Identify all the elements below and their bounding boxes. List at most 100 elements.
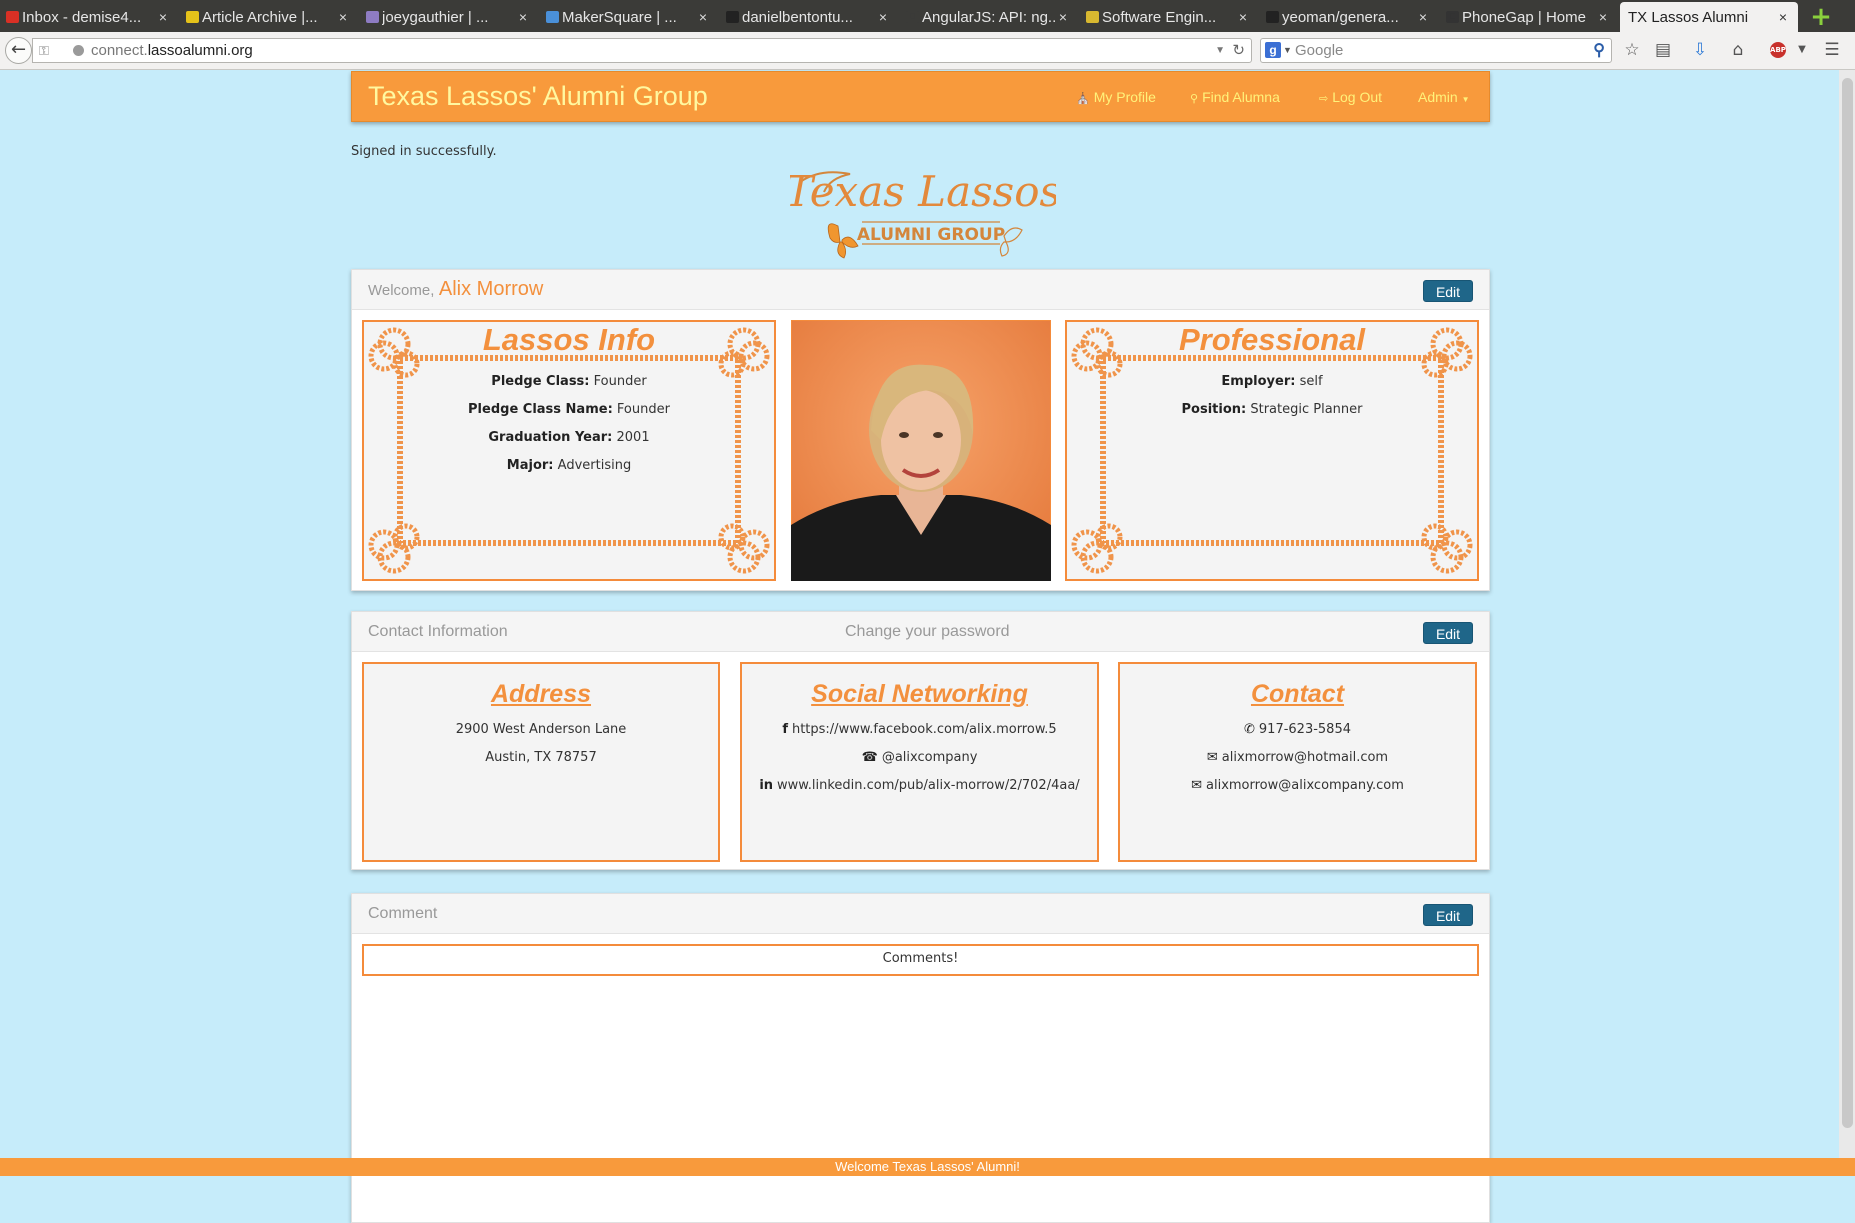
pledge-class-row: Pledge Class: Founder: [364, 374, 774, 389]
contact-box: Contact ✆ 917-623-5854 ✉ alixmorrow@hotmai…: [1118, 662, 1477, 862]
browser-tab[interactable]: ■ Software Engin... ×: [1080, 2, 1258, 32]
browser-tab[interactable]: TX Lassos Alumni ×: [1620, 2, 1798, 32]
pledge-class-name-value: Founder: [616, 402, 670, 417]
phonegap-icon: ■: [1446, 11, 1459, 23]
nav-my-profile[interactable]: ⛪ My Profile: [1076, 89, 1156, 105]
browser-tab[interactable]: ■ MakerSquare | ... ×: [540, 2, 718, 32]
pledge-class-name-row: Pledge Class Name: Founder: [364, 402, 774, 417]
home-icon[interactable]: ⌂: [1726, 37, 1750, 63]
codrops-icon: ■: [186, 11, 199, 23]
pledge-class-label: Pledge Class:: [491, 374, 590, 389]
facebook-link[interactable]: https://www.facebook.com/alix.morrow.5: [792, 722, 1057, 737]
comment-box: Comments!: [362, 944, 1479, 976]
browser-tab-title: joeygauthier | ...: [382, 8, 489, 26]
adblock-dropdown-icon[interactable]: ▼: [1790, 37, 1814, 63]
caret-down-icon: ▼: [1461, 95, 1470, 104]
twitter-icon: ☎: [861, 750, 878, 765]
browser-tab[interactable]: ■ Inbox - demise4... ×: [0, 2, 178, 32]
google-icon[interactable]: g: [1265, 42, 1281, 58]
major-row: Major: Advertising: [364, 458, 774, 473]
employer-label: Employer:: [1221, 374, 1296, 389]
email-row-1: ✉ alixmorrow@hotmail.com: [1120, 750, 1475, 765]
site-brand[interactable]: Texas Lassos' Alumni Group: [368, 81, 708, 112]
browser-tab-title: TX Lassos Alumni: [1628, 8, 1749, 26]
close-tab-icon[interactable]: ×: [1236, 9, 1250, 25]
github-icon: ■: [1266, 11, 1279, 23]
nav-admin-dropdown[interactable]: Admin ▼: [1418, 89, 1470, 105]
edit-comment-button[interactable]: Edit: [1423, 904, 1473, 926]
url-text: connect.lassoalumni.org: [91, 42, 253, 59]
email-primary[interactable]: alixmorrow@hotmail.com: [1222, 750, 1388, 765]
browser-tab-title: AngularJS: API: ng...: [922, 8, 1056, 26]
envelope-outline-icon: ✉: [1191, 778, 1202, 793]
logo-script-text: Texas Lassos: [790, 167, 1056, 216]
download-icon[interactable]: ⇩: [1688, 37, 1712, 63]
close-tab-icon[interactable]: ×: [1776, 9, 1790, 25]
major-value: Advertising: [557, 458, 632, 473]
reading-list-icon[interactable]: ▤: [1651, 37, 1675, 63]
welcome-label: Welcome,: [368, 282, 435, 299]
search-bar[interactable]: g ▼ Google ⚲: [1260, 38, 1612, 63]
adblock-icon[interactable]: ABP: [1770, 42, 1786, 58]
nav-log-out[interactable]: ⇨ Log Out: [1319, 89, 1382, 105]
scrollbar[interactable]: [1839, 70, 1855, 1162]
back-button[interactable]: ←: [5, 37, 32, 64]
pledge-class-name-label: Pledge Class Name:: [468, 402, 613, 417]
site-identity-icon[interactable]: [73, 45, 84, 56]
browser-tab-title: danielbentontu...: [742, 8, 853, 26]
profile-photo: [791, 320, 1051, 581]
texas-lassos-logo: Texas Lassos ALUMNI GROUP: [790, 167, 1056, 259]
comment-title: Comment: [368, 905, 438, 922]
social-networking-box: Social Networking f https://www.facebook.…: [740, 662, 1099, 862]
flash-message: Signed in successfully.: [351, 144, 497, 159]
twitter-handle[interactable]: @alixcompany: [882, 750, 978, 765]
close-tab-icon[interactable]: ×: [696, 9, 710, 25]
close-tab-icon[interactable]: ×: [1416, 9, 1430, 25]
browser-tab[interactable]: ■ PhoneGap | Home ×: [1440, 2, 1618, 32]
url-dropdown-icon[interactable]: ▼: [1215, 39, 1225, 62]
lassos-info-box: Lassos Info Pledge Class: Founder Pledge…: [362, 320, 776, 581]
welcome-heading: Welcome, Alix Morrow: [368, 278, 543, 301]
browser-tab[interactable]: ■ AngularJS: API: ng... ×: [900, 2, 1078, 32]
profile-panel-header: Welcome, Alix Morrow Edit: [352, 270, 1489, 310]
linkedin-row: in www.linkedin.com/pub/alix-morrow/2/702…: [742, 778, 1097, 793]
browser-tab[interactable]: ■ danielbentontu... ×: [720, 2, 898, 32]
nav-my-profile-label: My Profile: [1093, 89, 1156, 105]
mail-icon: ■: [546, 11, 559, 23]
close-tab-icon[interactable]: ×: [1596, 9, 1610, 25]
browser-tab[interactable]: ■ Article Archive |... ×: [180, 2, 358, 32]
bookmark-star-icon[interactable]: ☆: [1620, 37, 1644, 63]
close-tab-icon[interactable]: ×: [876, 9, 890, 25]
new-tab-button[interactable]: +: [1806, 2, 1836, 32]
browser-tab-title: yeoman/genera...: [1282, 8, 1399, 26]
close-tab-icon[interactable]: ×: [156, 9, 170, 25]
address-line-1: 2900 West Anderson Lane: [455, 722, 627, 737]
close-tab-icon[interactable]: ×: [516, 9, 530, 25]
twitter-row: ☎ @alixcompany: [742, 750, 1097, 765]
graduation-year-label: Graduation Year:: [488, 430, 613, 445]
reload-icon[interactable]: ↻: [1232, 39, 1245, 62]
contact-information-panel: Contact Information Change your password…: [351, 611, 1490, 870]
browser-tab[interactable]: ■ joeygauthier | ... ×: [360, 2, 538, 32]
search-icon[interactable]: ⚲: [1593, 39, 1605, 62]
edit-profile-button[interactable]: Edit: [1423, 280, 1473, 302]
address-bar[interactable]: ⚿ connect.lassoalumni.org ▼ ↻: [32, 38, 1252, 63]
email-secondary[interactable]: alixmorrow@alixcompany.com: [1206, 778, 1404, 793]
close-tab-icon[interactable]: ×: [1056, 9, 1070, 25]
menu-icon[interactable]: ☰: [1820, 37, 1844, 63]
browser-tab[interactable]: ■ yeoman/genera... ×: [1260, 2, 1438, 32]
scrollbar-thumb[interactable]: [1842, 78, 1853, 1128]
hacker-icon: ■: [1086, 11, 1099, 23]
nav-find-alumna[interactable]: ⚲ Find Alumna: [1190, 89, 1280, 105]
linkedin-icon: in: [759, 778, 774, 793]
logo-sub-text: ALUMNI GROUP: [857, 225, 1005, 245]
email-row-2: ✉ alixmorrow@alixcompany.com: [1120, 778, 1475, 793]
change-password-link[interactable]: Change your password: [845, 623, 1010, 641]
linkedin-link[interactable]: www.linkedin.com/pub/alix-morrow/2/702/4…: [777, 778, 1080, 793]
address-line-2: Austin, TX 78757: [485, 750, 597, 765]
search-engine-dropdown-icon[interactable]: ▼: [1283, 39, 1292, 62]
employer-value: self: [1299, 374, 1323, 389]
edit-contact-button[interactable]: Edit: [1423, 622, 1473, 644]
profile-panel: Welcome, Alix Morrow Edit Lassos Info Pl…: [351, 269, 1490, 591]
close-tab-icon[interactable]: ×: [336, 9, 350, 25]
